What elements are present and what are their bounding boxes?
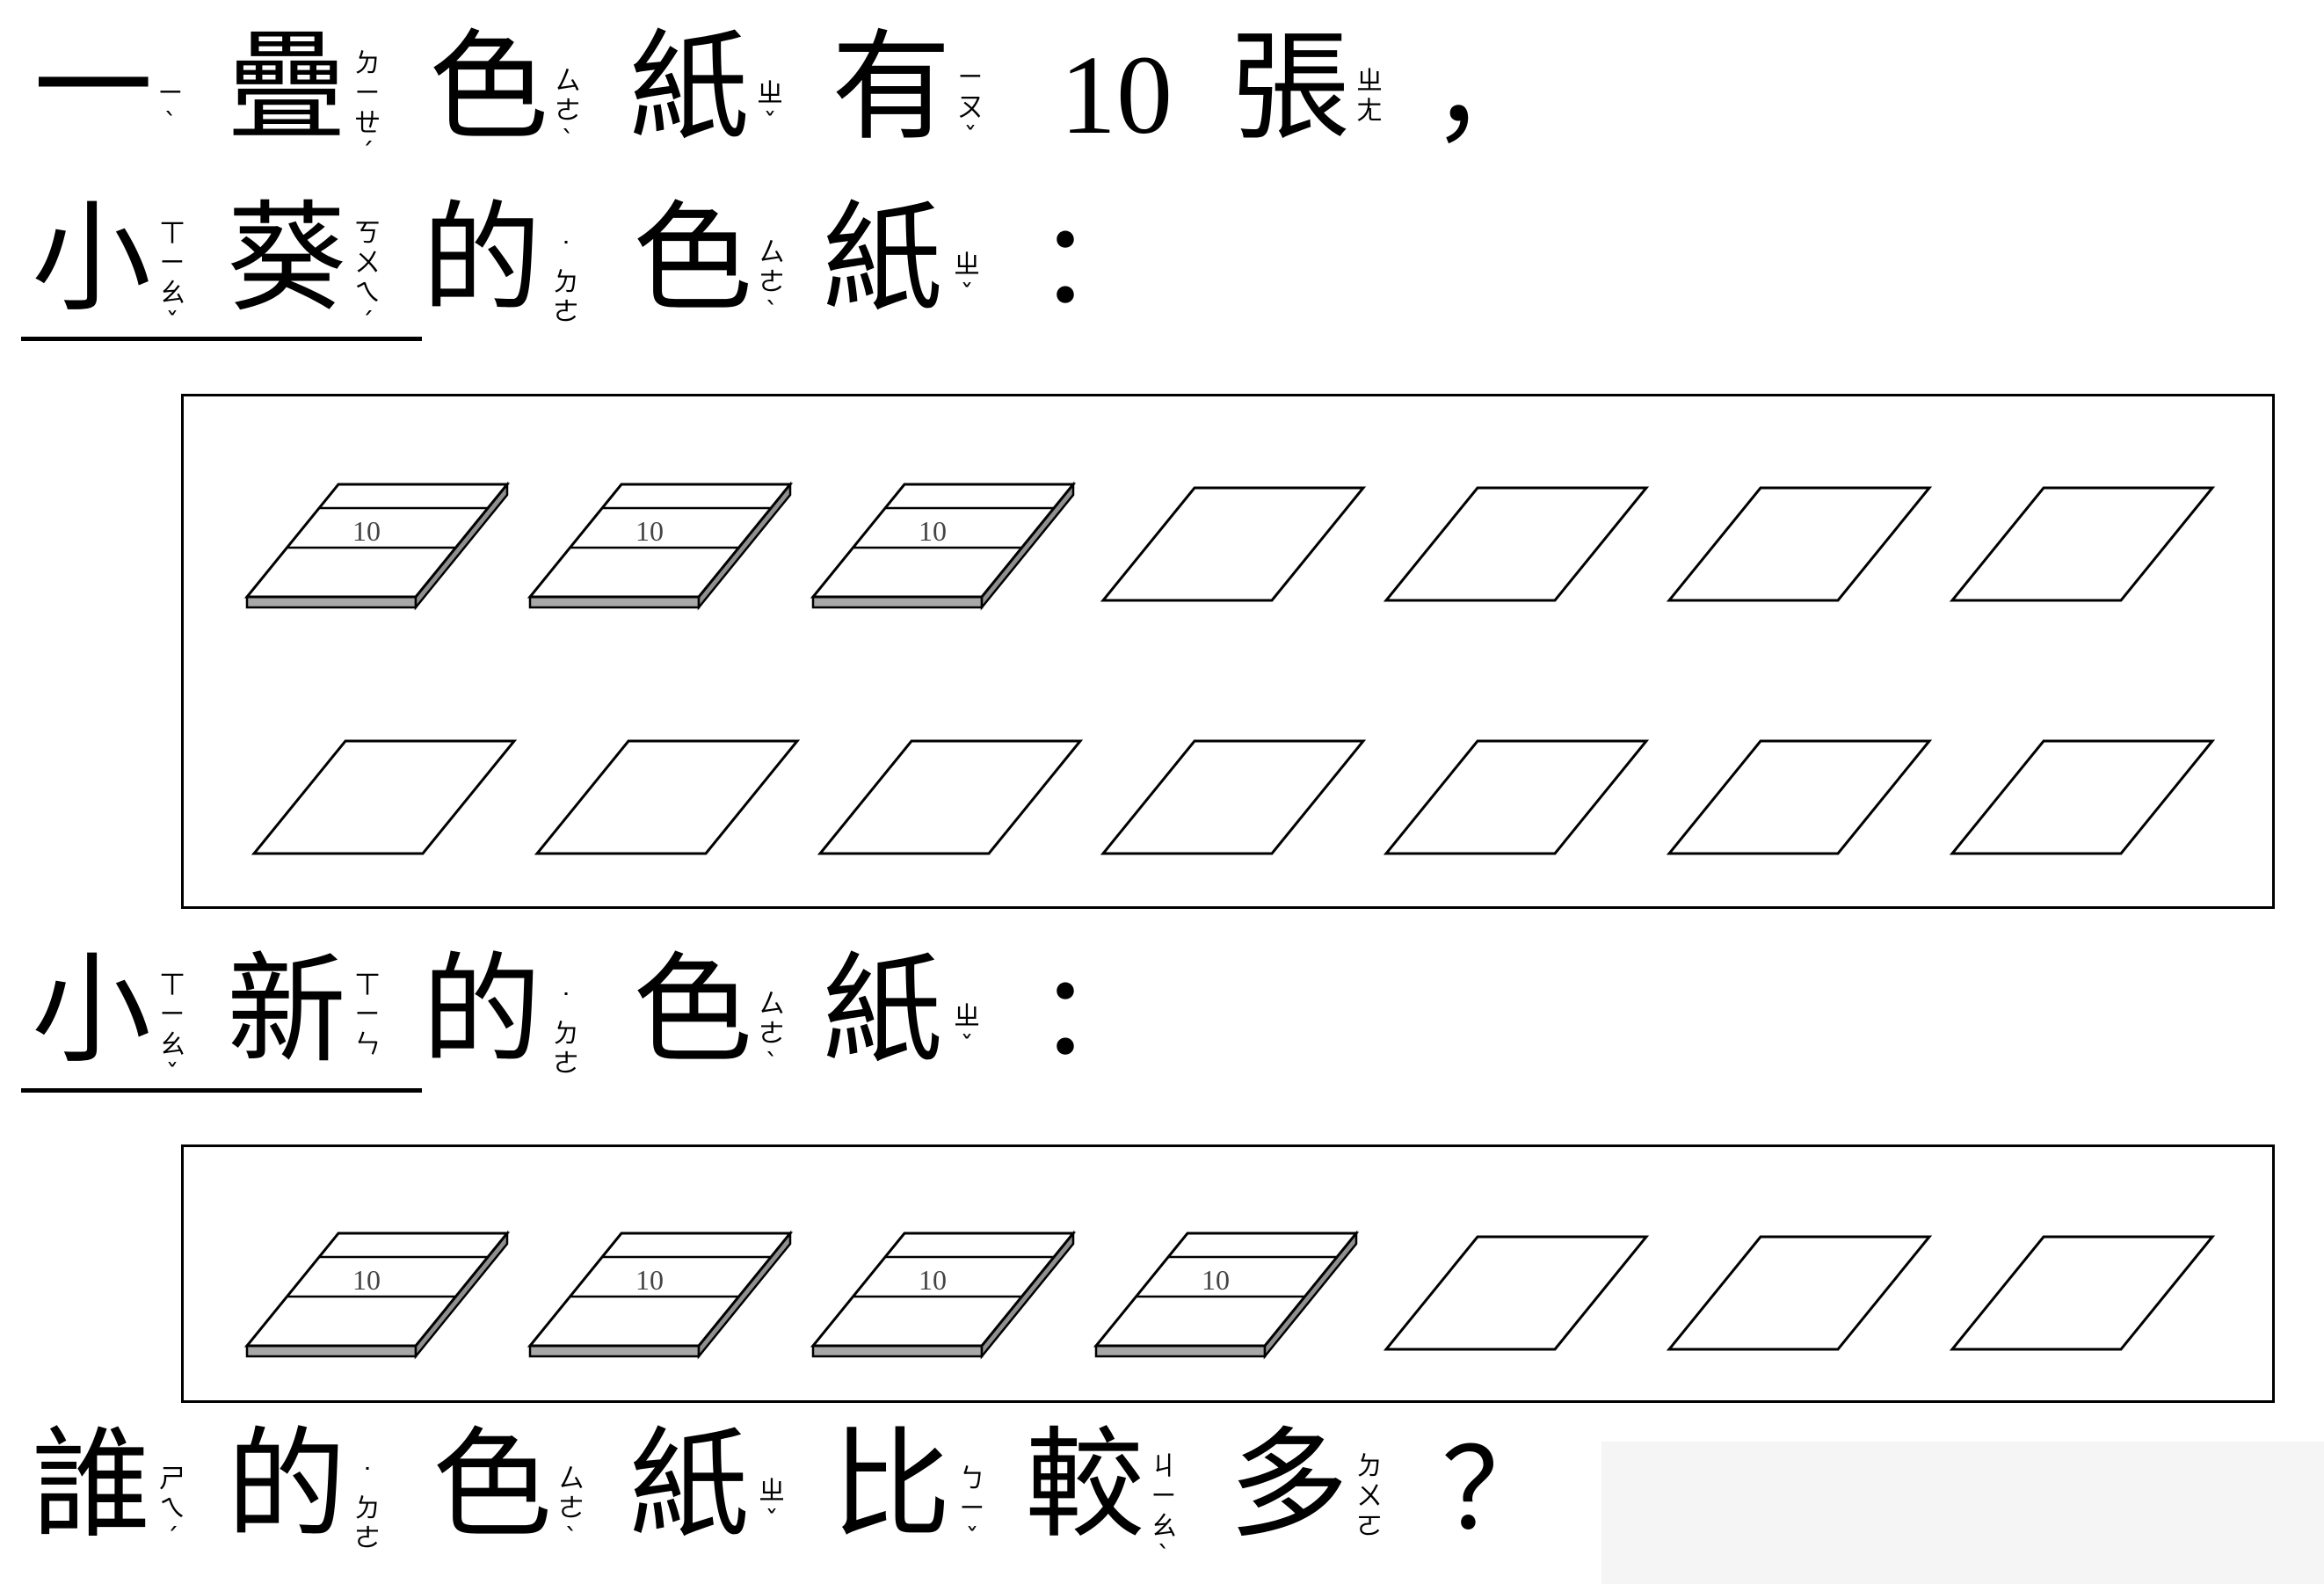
paper-bundle-of-ten: 10: [1093, 1230, 1360, 1360]
xiaokui-name-zhuyin: ㄎㄨㄟˊ: [354, 218, 381, 338]
intro-char: 一: [33, 18, 153, 157]
xiaokui-name-zhuyin: ㄒㄧㄠˇ: [159, 218, 185, 338]
question-char: 色: [432, 1416, 552, 1555]
single-paper-sheet: [251, 739, 518, 855]
question-char: 紙: [629, 1416, 749, 1555]
question-zhuyin: ㄉㄨㄛ: [1356, 1451, 1383, 1542]
intro-char: 紙: [629, 18, 749, 157]
intro-line: 一 ㄧˋ 疊 ㄉㄧㄝˊ 色 ㄙㄜˋ 紙 ㄓˇ 有 ㄧㄡˇ 10 張 ㄓㄤ ，: [0, 18, 2324, 169]
intro-zhuyin: ㄧˋ: [157, 78, 184, 139]
question-zhuyin: ㄐㄧㄠˋ: [1151, 1451, 1177, 1572]
bundle-front-edge: [245, 595, 418, 609]
intro-count: 10: [1060, 33, 1173, 157]
intro-zhuyin: ㄉㄧㄝˊ: [354, 48, 381, 169]
bundle-front-edge: [528, 595, 701, 609]
xiaoxin-word: 的: [422, 941, 541, 1080]
xiaoxin-colon: ：: [1037, 950, 1151, 1081]
intro-zhuyin: ㄓㄤ: [1356, 66, 1383, 127]
xiaokui-word: 紙: [823, 190, 942, 329]
xiaoxin-name-underline: [21, 1088, 422, 1093]
bundle-label: 10: [352, 515, 381, 547]
single-paper-sheet: [1949, 486, 2216, 602]
bundle-label: 10: [635, 515, 664, 547]
question-zhuyin: ㄙㄜˋ: [558, 1464, 585, 1554]
intro-zhuyin: ㄧㄡˇ: [957, 62, 984, 153]
xiaokui-name-char: 葵: [227, 190, 346, 329]
xiaokui-colon: ：: [1037, 199, 1151, 330]
single-paper-sheet: [1666, 739, 1933, 855]
question-zhuyin: ㄓˇ: [759, 1476, 785, 1537]
xiaokui-zhuyin: ˙ㄉㄜ: [553, 237, 579, 328]
xiaokui-paper-illustration: 10 10 10: [243, 481, 2216, 855]
bundle-front-edge: [1094, 1344, 1267, 1358]
bundle-label: 10: [352, 1264, 381, 1296]
bundle-front-edge: [811, 595, 984, 609]
question-zhuyin: ㄅㄧˇ: [959, 1464, 985, 1554]
question-char: 誰: [32, 1416, 151, 1555]
intro-zhuyin: ㄓˇ: [757, 78, 783, 139]
single-paper-sheet: [1666, 1235, 1933, 1351]
xiaoxin-paper-illustration: 10 10 10 10: [243, 1230, 2216, 1360]
intro-zhuyin: ㄙㄜˋ: [555, 66, 581, 156]
paper-bundle-of-ten: 10: [243, 481, 511, 611]
xiaoxin-word: 色: [633, 941, 752, 1080]
single-paper-sheet: [1949, 739, 2216, 855]
intro-char: 有: [832, 18, 951, 157]
intro-char: 疊: [227, 18, 346, 157]
bundle-label: 10: [919, 1264, 947, 1296]
bundle-front-edge: [245, 1344, 418, 1358]
single-paper-sheet: [1383, 1235, 1650, 1351]
bundle-label: 10: [1202, 1264, 1230, 1296]
xiaokui-heading: 小 ㄒㄧㄠˇ 葵 ㄎㄨㄟˊ 的 ˙ㄉㄜ 色 ㄙㄜˋ 紙 ㄓˇ ：: [0, 189, 2324, 338]
question-char: 的: [227, 1416, 346, 1555]
intro-char: 張: [1231, 18, 1350, 157]
bundle-front-edge: [528, 1344, 701, 1358]
xiaokui-zhuyin: ㄓˇ: [954, 250, 980, 310]
intro-comma: ，: [1431, 27, 1544, 158]
question-zhuyin: ˙ㄉㄜ: [354, 1464, 381, 1554]
question-char: 比: [832, 1416, 951, 1555]
single-paper-sheet: [1100, 739, 1367, 855]
paper-bundle-of-ten: 10: [243, 1230, 511, 1360]
paper-bundle-of-ten: 10: [527, 1230, 794, 1360]
single-paper-sheet: [534, 739, 801, 855]
xiaoxin-zhuyin: ㄙㄜˋ: [759, 989, 785, 1079]
xiaoxin-zhuyin: ˙ㄉㄜ: [553, 989, 579, 1079]
question-char: 多: [1229, 1416, 1348, 1555]
xiaokui-zhuyin: ㄙㄜˋ: [759, 237, 785, 328]
xiaoxin-name-char: 新: [227, 941, 346, 1080]
xiaokui-name-char: 小: [32, 190, 151, 329]
xiaoxin-word: 紙: [823, 941, 942, 1080]
question-char: 較: [1025, 1416, 1144, 1555]
xiaoxin-heading: 小 ㄒㄧㄠˇ 新 ㄒㄧㄣ 的 ˙ㄉㄜ 色 ㄙㄜˋ 紙 ㄓˇ ：: [0, 941, 2324, 1090]
question-mark: ？: [1442, 1425, 1555, 1556]
xiaokui-word: 色: [633, 190, 752, 329]
xiaoxin-name-zhuyin: ㄒㄧㄣ: [354, 970, 381, 1060]
bundle-label: 10: [919, 515, 947, 547]
question-line: 誰 ㄕㄟˊ 的 ˙ㄉㄜ 色 ㄙㄜˋ 紙 ㄓˇ 比 ㄅㄧˇ 較 ㄐㄧㄠˋ 多 ㄉㄨ…: [0, 1415, 2324, 1572]
single-paper-sheet: [1949, 1235, 2216, 1351]
single-paper-sheet: [1383, 486, 1650, 602]
xiaoxin-name-char: 小: [32, 941, 151, 1080]
single-paper-sheet: [1666, 486, 1933, 602]
xiaoxin-zhuyin: ㄓˇ: [954, 1001, 980, 1062]
paper-bundle-of-ten: 10: [810, 1230, 1077, 1360]
xiaoxin-paper-box: 10 10 10 10: [181, 1144, 2275, 1403]
question-zhuyin: ㄕㄟˊ: [159, 1464, 185, 1554]
single-paper-sheet: [1100, 486, 1367, 602]
bundle-label: 10: [635, 1264, 664, 1296]
paper-bundle-of-ten: 10: [810, 481, 1077, 611]
intro-char: 色: [429, 18, 548, 157]
xiaoxin-name-zhuyin: ㄒㄧㄠˇ: [159, 970, 185, 1090]
xiaokui-paper-box: 10 10 10: [181, 394, 2275, 909]
single-paper-sheet: [817, 739, 1084, 855]
paper-bundle-of-ten: 10: [527, 481, 794, 611]
xiaokui-name-underline: [21, 337, 422, 341]
bundle-front-edge: [811, 1344, 984, 1358]
xiaokui-word: 的: [422, 190, 541, 329]
single-paper-sheet: [1383, 739, 1650, 855]
